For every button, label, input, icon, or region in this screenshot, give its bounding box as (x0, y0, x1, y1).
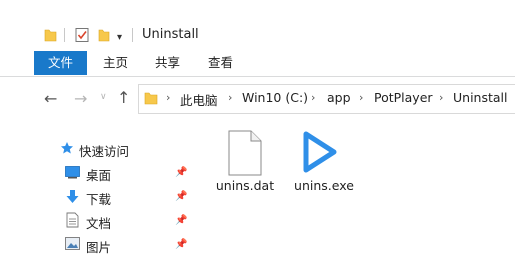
tab-view[interactable]: 查看 (208, 51, 233, 75)
forward-arrow-icon[interactable]: → (74, 89, 87, 108)
file-item[interactable]: unins.exe (292, 124, 356, 198)
pin-icon[interactable]: 📌 (175, 167, 187, 178)
nav-quick-access[interactable]: 快速访问 (79, 141, 129, 160)
title-divider (132, 28, 133, 42)
toolbar-divider (64, 28, 65, 42)
generic-file-icon (228, 130, 262, 176)
pin-icon[interactable]: 📌 (175, 215, 187, 226)
pin-icon[interactable]: 📌 (175, 191, 187, 202)
sidebar-item-pictures[interactable]: 图片 (86, 237, 111, 256)
chevron-right-icon[interactable]: › (228, 91, 232, 104)
tab-file[interactable]: 文件 (34, 51, 87, 75)
new-folder-icon[interactable] (98, 28, 110, 42)
breadcrumb-drive-c[interactable]: Win10 (C:) (242, 90, 308, 105)
desktop-icon (65, 166, 80, 179)
document-icon (66, 212, 79, 228)
tab-share[interactable]: 共享 (155, 51, 180, 75)
window-title: Uninstall (142, 27, 199, 42)
file-name: unins.exe (294, 178, 354, 193)
breadcrumb-this-pc[interactable]: 此电脑 (180, 90, 218, 109)
chevron-right-icon[interactable]: › (311, 91, 315, 104)
potplayer-play-icon (303, 131, 337, 173)
folder-icon (144, 92, 158, 105)
up-arrow-icon[interactable]: ↑ (117, 88, 130, 107)
file-item[interactable]: unins.dat (213, 124, 277, 198)
breadcrumb-uninstall[interactable]: Uninstall (453, 90, 508, 105)
breadcrumb-app[interactable]: app (327, 90, 351, 105)
sidebar-item-desktop[interactable]: 桌面 (86, 165, 111, 184)
sidebar-item-documents[interactable]: 文档 (86, 213, 111, 232)
download-icon (66, 190, 79, 203)
sidebar-item-downloads[interactable]: 下载 (86, 189, 111, 208)
folder-icon[interactable] (44, 28, 57, 42)
chevron-right-icon[interactable]: › (439, 91, 443, 104)
recent-locations-dropdown-icon[interactable]: ∨ (100, 92, 107, 102)
breadcrumb-potplayer[interactable]: PotPlayer (374, 90, 433, 105)
pin-icon[interactable]: 📌 (175, 239, 187, 250)
star-icon (61, 142, 73, 154)
chevron-right-icon[interactable]: › (166, 91, 170, 104)
chevron-right-icon[interactable]: › (359, 91, 363, 104)
customize-toolbar-dropdown-icon[interactable]: ▾ (117, 32, 122, 43)
tab-home[interactable]: 主页 (103, 51, 128, 75)
back-arrow-icon[interactable]: ← (44, 89, 57, 108)
file-name: unins.dat (215, 178, 275, 193)
pictures-icon (65, 237, 80, 250)
properties-icon[interactable] (75, 27, 89, 43)
